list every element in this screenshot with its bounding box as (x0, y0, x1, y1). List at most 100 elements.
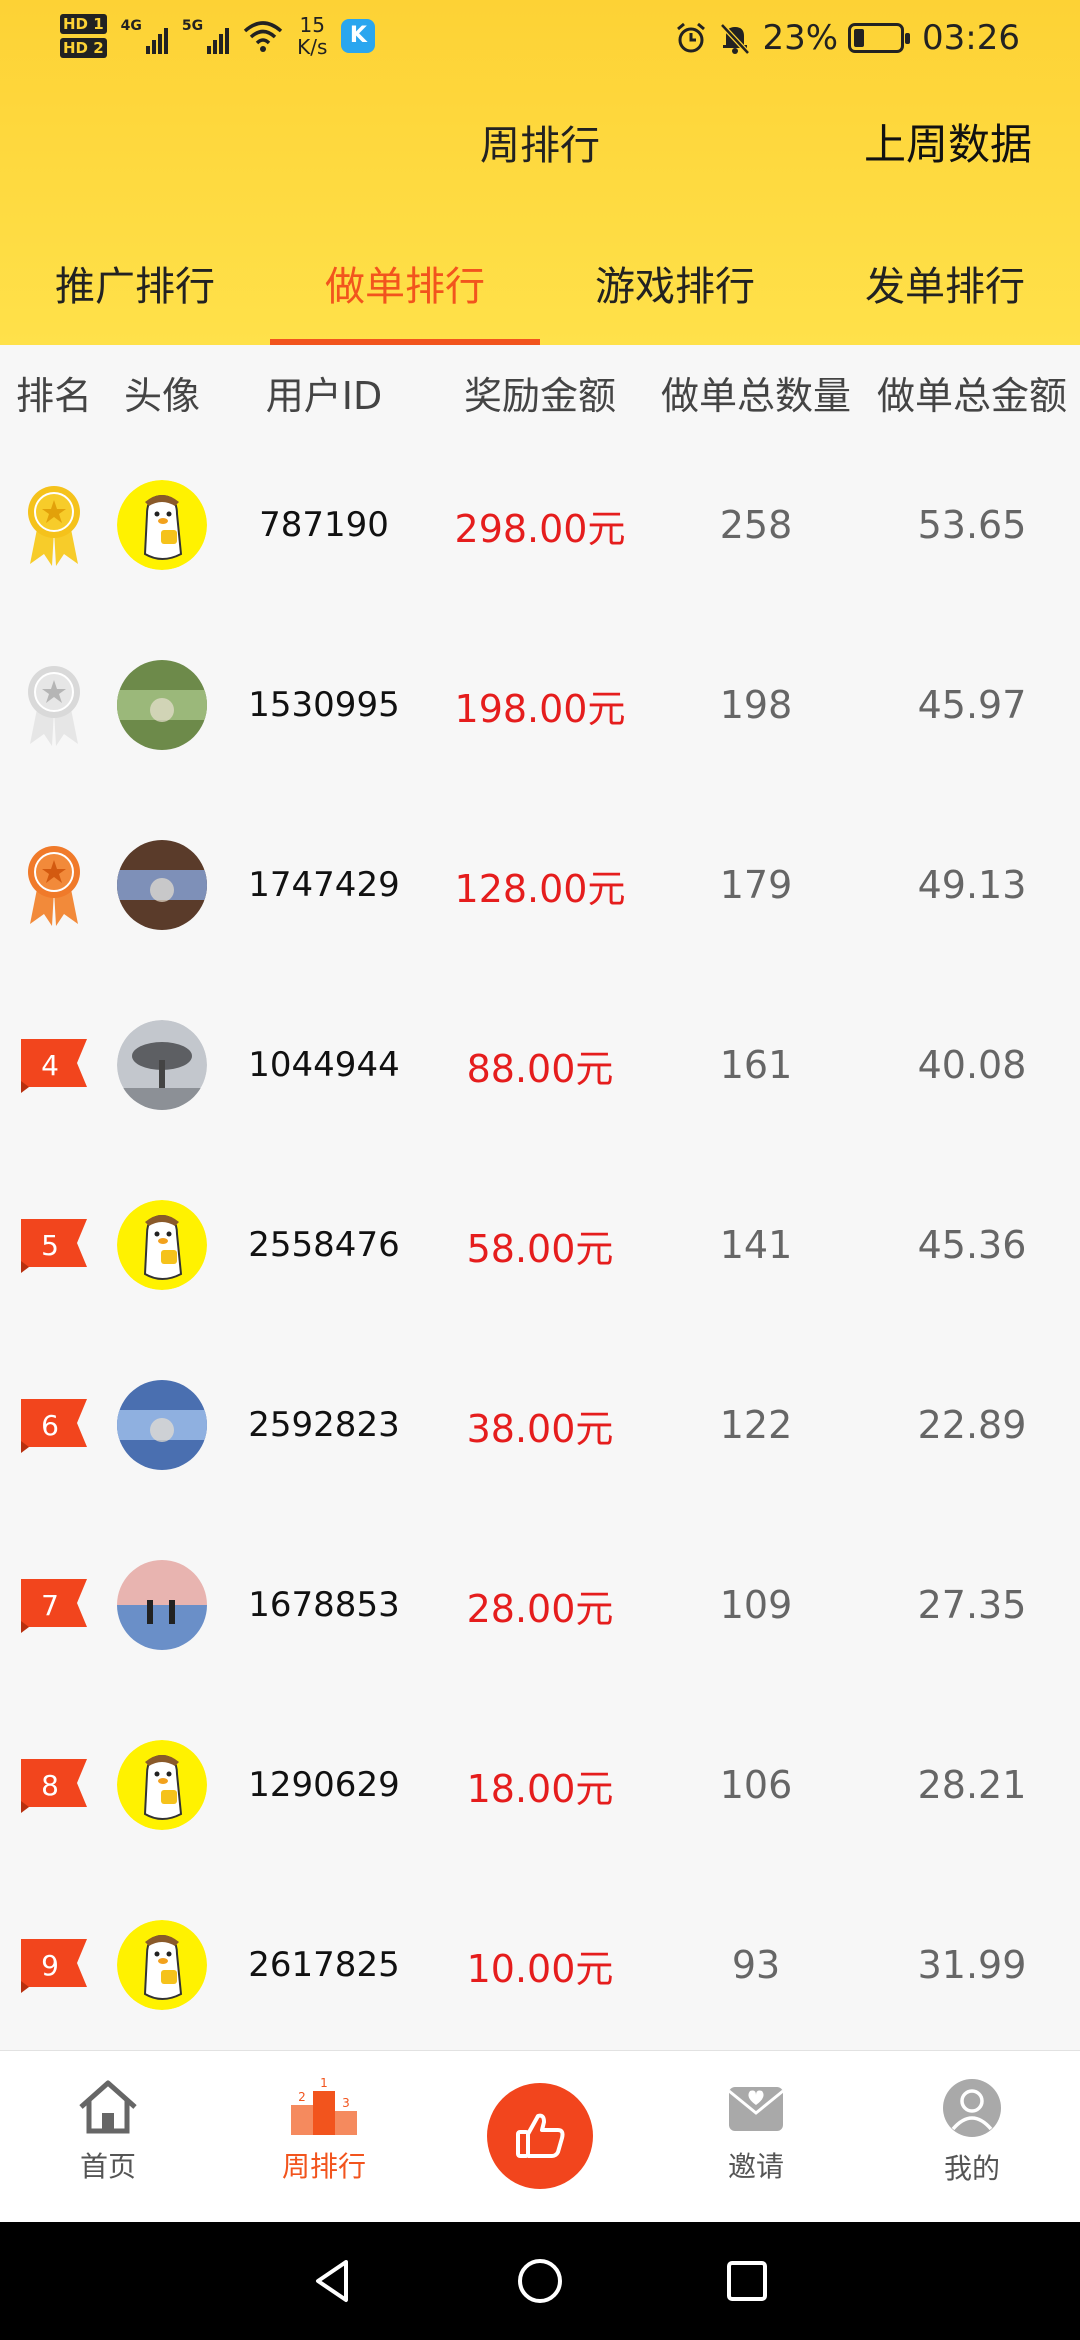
bottom-navigation: 首页 1 2 3 周排行 邀请 我的 (0, 2050, 1080, 2222)
avatar-cell (108, 480, 216, 570)
order-count-cell: 198 (719, 683, 793, 727)
profile-icon (943, 2079, 1001, 2137)
title-bar: 周排行 上周数据 (0, 105, 1080, 177)
ranking-list[interactable]: 787190 298.00元 258 53.65 1530995 198.00元 198 45… (0, 435, 1080, 2050)
user-id-cell: 2617825 (248, 1945, 400, 1985)
header-order-count: 做单总数量 (660, 374, 851, 418)
rank-cell: 7 (0, 1575, 108, 1635)
network-speed: 15 K/s (297, 13, 328, 59)
rank-flag: 5 (19, 1215, 89, 1275)
back-triangle-icon[interactable] (308, 2256, 358, 2306)
nav-home-label: 首页 (79, 2150, 136, 2183)
clock: 03:26 (922, 18, 1020, 58)
user-id-cell: 1747429 (248, 865, 400, 905)
nav-weekly-ranking[interactable]: 1 2 3 周排行 (216, 2051, 432, 2222)
nav-invite[interactable]: 邀请 (648, 2051, 864, 2222)
order-amount-cell: 45.97 (917, 683, 1027, 727)
tab-posting-ranking[interactable]: 发单排行 (810, 240, 1080, 345)
table-row[interactable]: 1530995 198.00元 198 45.97 (0, 615, 1080, 795)
reward-cell: 198.00元 (454, 686, 626, 731)
order-amount-cell: 27.35 (917, 1583, 1027, 1627)
rank-flag: 8 (19, 1755, 89, 1815)
rank-number: 4 (41, 1048, 59, 1082)
reward-cell: 10.00元 (466, 1946, 614, 1991)
user-id-cell: 2558476 (248, 1225, 400, 1265)
table-row[interactable]: 9 2617825 10.00元 93 31.99 (0, 1875, 1080, 2050)
avatar[interactable] (117, 1740, 207, 1830)
rank-cell: 5 (0, 1215, 108, 1275)
table-row[interactable]: 7 1678853 28.00元 109 27.35 (0, 1515, 1080, 1695)
mute-bell-icon (720, 23, 751, 55)
tab-game-ranking[interactable]: 游戏排行 (540, 240, 810, 345)
table-row[interactable]: 6 2592823 38.00元 122 22.89 (0, 1335, 1080, 1515)
nav-profile[interactable]: 我的 (864, 2051, 1080, 2222)
nav-center-action[interactable] (432, 2051, 648, 2222)
order-amount-cell: 49.13 (917, 863, 1027, 907)
table-row[interactable]: 787190 298.00元 258 53.65 (0, 435, 1080, 615)
avatar[interactable] (117, 660, 207, 750)
tab-promotion-ranking[interactable]: 推广排行 (0, 240, 270, 345)
rank-cell: 6 (0, 1395, 108, 1455)
order-count-cell: 106 (719, 1763, 793, 1807)
rank-flag: 4 (19, 1035, 89, 1095)
nav-weekly-ranking-label: 周排行 (281, 2150, 366, 2183)
rank-number: 7 (41, 1588, 59, 1622)
table-row[interactable]: 1747429 128.00元 179 49.13 (0, 795, 1080, 975)
reward-cell: 298.00元 (454, 506, 626, 551)
avatar-cell (108, 1740, 216, 1830)
table-row[interactable]: 8 1290629 18.00元 106 28.21 (0, 1695, 1080, 1875)
reward-cell: 28.00元 (466, 1586, 614, 1631)
order-count-cell: 161 (719, 1043, 793, 1087)
signal-4g-icon: 4G (121, 18, 168, 54)
tab-orders-ranking[interactable]: 做单排行 (270, 240, 540, 345)
avatar[interactable] (117, 1020, 207, 1110)
avatar-cell (108, 1200, 216, 1290)
wifi-icon (243, 21, 283, 52)
center-action-button[interactable] (487, 2083, 593, 2189)
last-week-data-button[interactable]: 上周数据 (864, 111, 1032, 172)
avatar-cell (108, 1560, 216, 1650)
order-count-cell: 93 (731, 1943, 781, 1987)
order-count-cell: 258 (719, 503, 793, 547)
order-amount-cell: 53.65 (917, 503, 1027, 547)
reward-cell: 58.00元 (466, 1226, 614, 1271)
ranking-tabs: 推广排行 做单排行 游戏排行 发单排行 (0, 240, 1080, 345)
header-reward: 奖励金额 (463, 374, 616, 418)
user-id-cell: 2592823 (248, 1405, 400, 1445)
user-id-cell: 1530995 (248, 685, 400, 725)
order-amount-cell: 31.99 (917, 1943, 1027, 1987)
invite-envelope-icon (728, 2087, 784, 2131)
avatar[interactable] (117, 1920, 207, 2010)
header-rank: 排名 (15, 374, 92, 418)
avatar[interactable] (117, 1200, 207, 1290)
avatar[interactable] (117, 480, 207, 570)
avatar[interactable] (117, 840, 207, 930)
nav-home[interactable]: 首页 (0, 2051, 216, 2222)
avatar-cell (108, 660, 216, 750)
app-k-icon: K (341, 19, 376, 53)
svg-text:2: 2 (298, 2090, 306, 2104)
table-row[interactable]: 4 1044944 88.00元 161 40.08 (0, 975, 1080, 1155)
order-count-cell: 141 (719, 1223, 793, 1267)
signal-5g-icon: 5G (182, 18, 230, 54)
header-area: HD 1 HD 2 4G 5G 15 K/s K 23% 03:26 周排行 上… (0, 0, 1080, 345)
order-amount-cell: 45.36 (917, 1223, 1027, 1267)
recents-square-icon[interactable] (722, 2256, 772, 2306)
rank-number: 9 (41, 1948, 59, 1982)
podium-icon: 1 2 3 (291, 2077, 357, 2135)
avatar[interactable] (117, 1380, 207, 1470)
svg-text:1: 1 (320, 2077, 328, 2090)
user-id-cell: 1290629 (248, 1765, 400, 1805)
rank-number: 5 (41, 1228, 59, 1262)
medal-icon (28, 486, 80, 566)
table-header: 排名 头像 用户ID 奖励金额 做单总数量 做单总金额 (0, 350, 1080, 435)
table-row[interactable]: 5 2558476 58.00元 141 45.36 (0, 1155, 1080, 1335)
svg-text:3: 3 (342, 2096, 350, 2110)
order-amount-cell: 22.89 (917, 1403, 1027, 1447)
order-count-cell: 179 (719, 863, 793, 907)
header-avatar: 头像 (123, 374, 200, 418)
avatar[interactable] (117, 1560, 207, 1650)
home-circle-icon[interactable] (515, 2256, 565, 2306)
user-id-cell: 1678853 (248, 1585, 400, 1625)
home-icon (79, 2080, 137, 2134)
